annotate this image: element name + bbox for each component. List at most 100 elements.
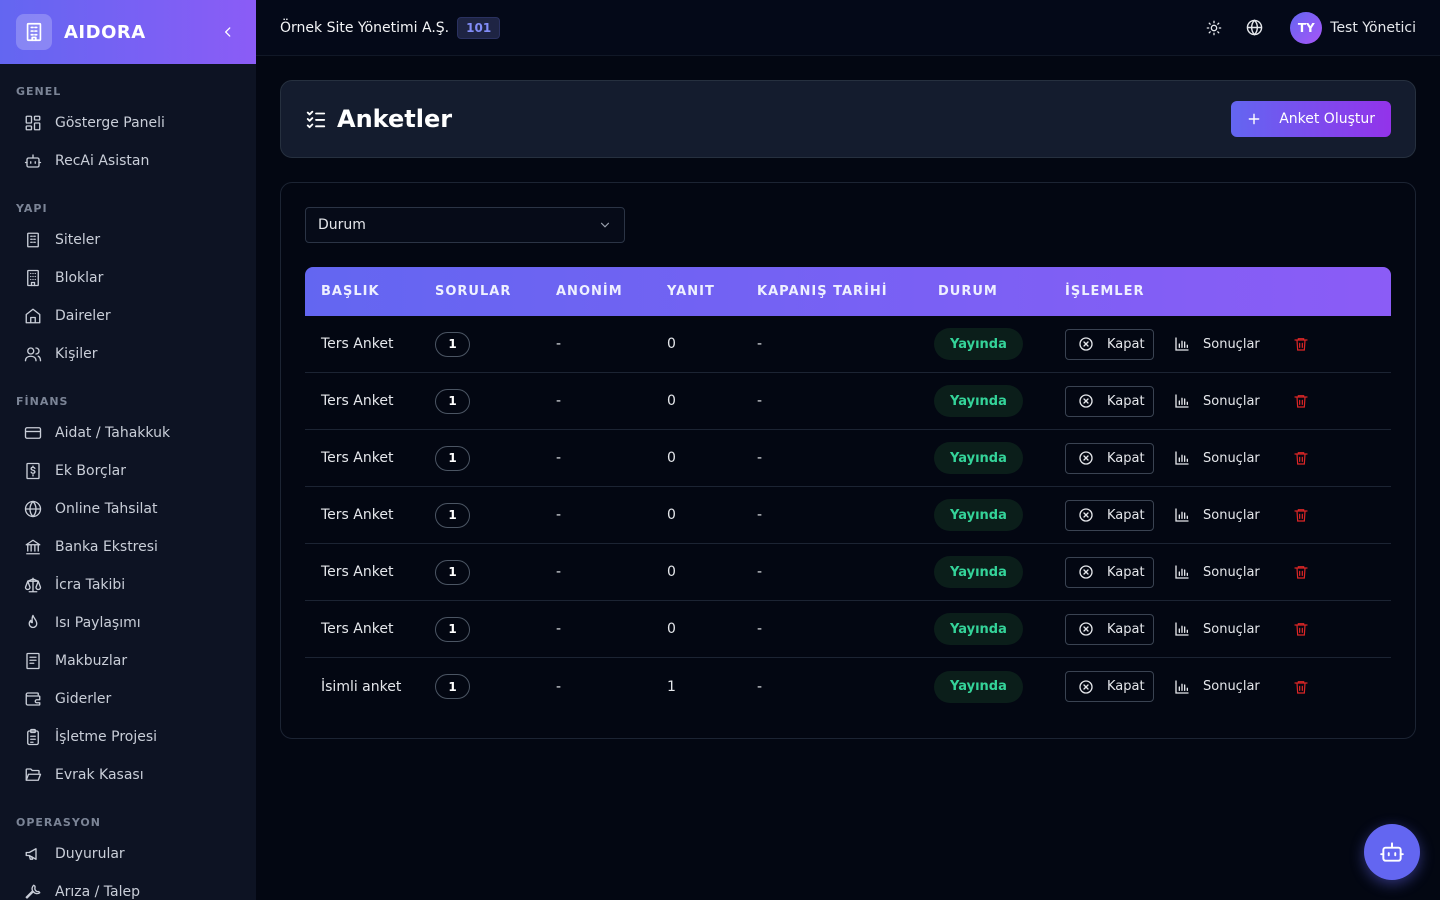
blocks-icon [27, 269, 39, 287]
sidebar-item-announcements[interactable]: Duyurular [8, 835, 248, 873]
close-survey-button[interactable]: Kapat [1065, 499, 1154, 531]
close-survey-button[interactable]: Kapat [1065, 671, 1154, 702]
status-filter-value: Durum [318, 217, 366, 233]
delete-survey-button[interactable] [1293, 450, 1309, 466]
column-header-anonymous[interactable]: ANONİM [556, 284, 667, 299]
results-button[interactable]: Sonuçlar [1174, 336, 1260, 352]
sidebar-item-recai-assistant[interactable]: RecAi Asistan [8, 142, 248, 180]
column-header-questions[interactable]: SORULAR [435, 284, 556, 299]
sidebar-item-label: Ek Borçlar [55, 463, 126, 479]
close-date: - [757, 678, 763, 695]
section-label-operasyon: OPERASYON [16, 816, 101, 829]
sidebar-nav: GENEL Gösterge Paneli RecAi Asistan YAPI… [0, 64, 256, 900]
close-survey-button[interactable]: Kapat [1065, 613, 1154, 645]
row-actions: Kapat Sonuçlar [1065, 671, 1391, 702]
table-row: Ters Anket 1 - 0 - Yayında Kapat Sonuçlar [305, 430, 1391, 487]
close-survey-button[interactable]: Kapat [1065, 385, 1154, 417]
sidebar-item-label: Bloklar [55, 270, 104, 286]
delete-survey-button[interactable] [1293, 679, 1309, 695]
close-survey-button[interactable]: Kapat [1065, 442, 1154, 474]
sidebar-item-label: RecAi Asistan [55, 153, 150, 169]
survey-title[interactable]: Ters Anket [305, 393, 435, 409]
response-count: 0 [667, 507, 676, 523]
results-button[interactable]: Sonuçlar [1174, 679, 1260, 695]
sidebar-item-apartments[interactable]: Daireler [8, 297, 248, 335]
survey-title[interactable]: Ters Anket [305, 564, 435, 580]
results-label: Sonuçlar [1203, 507, 1260, 523]
delete-survey-button[interactable] [1293, 336, 1309, 352]
sidebar-item-receipts[interactable]: Makbuzlar [8, 642, 248, 680]
sidebar-item-dues[interactable]: Aidat / Tahakkuk [8, 414, 248, 452]
delete-survey-button[interactable] [1293, 507, 1309, 523]
sidebar-item-document-vault[interactable]: Evrak Kasası [8, 756, 248, 794]
column-header-status[interactable]: DURUM [938, 284, 1065, 299]
brand-name: AIDORA [64, 21, 146, 43]
delete-survey-button[interactable] [1293, 621, 1309, 637]
delete-survey-button[interactable] [1293, 564, 1309, 580]
close-survey-label: Kapat [1107, 621, 1145, 637]
close-date: - [757, 507, 763, 523]
clipboard-icon [27, 728, 39, 746]
status-badge: Yayında [934, 670, 1023, 703]
delete-survey-button[interactable] [1293, 393, 1309, 409]
receipt-icon [26, 652, 40, 670]
anonymous-value: - [556, 564, 562, 580]
bar-chart-icon [1175, 508, 1189, 522]
plus-icon [1248, 113, 1260, 125]
column-header-title[interactable]: BAŞLIK [305, 284, 435, 299]
close-survey-button[interactable]: Kapat [1065, 556, 1154, 588]
top-actions: TY Test Yönetici [1188, 11, 1416, 44]
scale-icon [24, 577, 42, 593]
sidebar-item-sites[interactable]: Siteler [8, 221, 248, 259]
sidebar-item-online-collection[interactable]: Online Tahsilat [8, 490, 248, 528]
table-header: BAŞLIK SORULAR ANONİM YANIT KAPANIŞ TARİ… [305, 267, 1391, 316]
results-button[interactable]: Sonuçlar [1174, 621, 1260, 637]
survey-title[interactable]: Ters Anket [305, 336, 435, 352]
column-header-responses[interactable]: YANIT [667, 284, 757, 299]
sidebar-item-enforcement[interactable]: İcra Takibi [8, 566, 248, 604]
survey-title[interactable]: Ters Anket [305, 450, 435, 466]
sidebar-item-faults[interactable]: Arıza / Talep [8, 873, 248, 900]
sidebar-item-operation-project[interactable]: İşletme Projesi [8, 718, 248, 756]
create-survey-button[interactable]: Anket Oluştur [1231, 101, 1391, 137]
collapse-sidebar-button[interactable] [216, 20, 240, 44]
sidebar-item-dashboard[interactable]: Gösterge Paneli [8, 104, 248, 142]
sidebar-item-blocks[interactable]: Bloklar [8, 259, 248, 297]
status-filter-select[interactable]: Durum [305, 207, 625, 243]
sidebar-item-bank-statement[interactable]: Banka Ekstresi [8, 528, 248, 566]
survey-title[interactable]: Ters Anket [305, 621, 435, 637]
building-icon [27, 232, 39, 248]
close-survey-button[interactable]: Kapat [1065, 328, 1154, 360]
table-body: Ters Anket 1-0- Yayında Kapat Sonuçlar Ters A… [305, 316, 1391, 715]
theme-toggle-button[interactable] [1200, 14, 1228, 42]
anonymous-value: - [556, 393, 562, 409]
sun-icon [1206, 20, 1222, 35]
survey-list-card: Durum BAŞLIK SORULAR ANONİM YANIT KAPANI… [280, 182, 1416, 739]
column-header-close-date[interactable]: KAPANIŞ TARİHİ [757, 284, 938, 299]
user-name: Test Yönetici [1330, 19, 1416, 36]
language-button[interactable] [1240, 14, 1268, 42]
results-button[interactable]: Sonuçlar [1174, 450, 1260, 466]
results-button[interactable]: Sonuçlar [1174, 564, 1260, 580]
survey-title[interactable]: İsimli anket [305, 679, 435, 695]
sidebar-item-extra-debts[interactable]: Ek Borçlar [8, 452, 248, 490]
anonymous-value: - [556, 336, 562, 352]
sidebar-item-label: İcra Takibi [55, 577, 126, 593]
sidebar-item-expenses[interactable]: Giderler [8, 680, 248, 718]
user-menu[interactable]: TY Test Yönetici [1290, 11, 1416, 44]
close-date: - [757, 336, 763, 352]
sidebar-item-people[interactable]: Kişiler [8, 335, 248, 373]
sidebar: AIDORA GENEL Gösterge Paneli RecAi Asist… [0, 0, 256, 900]
bot-icon [24, 154, 42, 168]
bar-chart-icon [1175, 451, 1189, 465]
sidebar-item-heat-sharing[interactable]: Isı Paylaşımı [8, 604, 248, 642]
results-button[interactable]: Sonuçlar [1174, 507, 1260, 523]
ai-assistant-fab[interactable] [1364, 824, 1420, 880]
status-badge: Yayında [934, 499, 1023, 531]
survey-title[interactable]: Ters Anket [305, 507, 435, 523]
organization-name: Örnek Site Yönetimi A.Ş. [280, 19, 450, 36]
chevron-down-icon [600, 222, 610, 228]
response-count: 0 [667, 621, 676, 637]
results-button[interactable]: Sonuçlar [1174, 393, 1260, 409]
wallet-icon [25, 692, 41, 706]
